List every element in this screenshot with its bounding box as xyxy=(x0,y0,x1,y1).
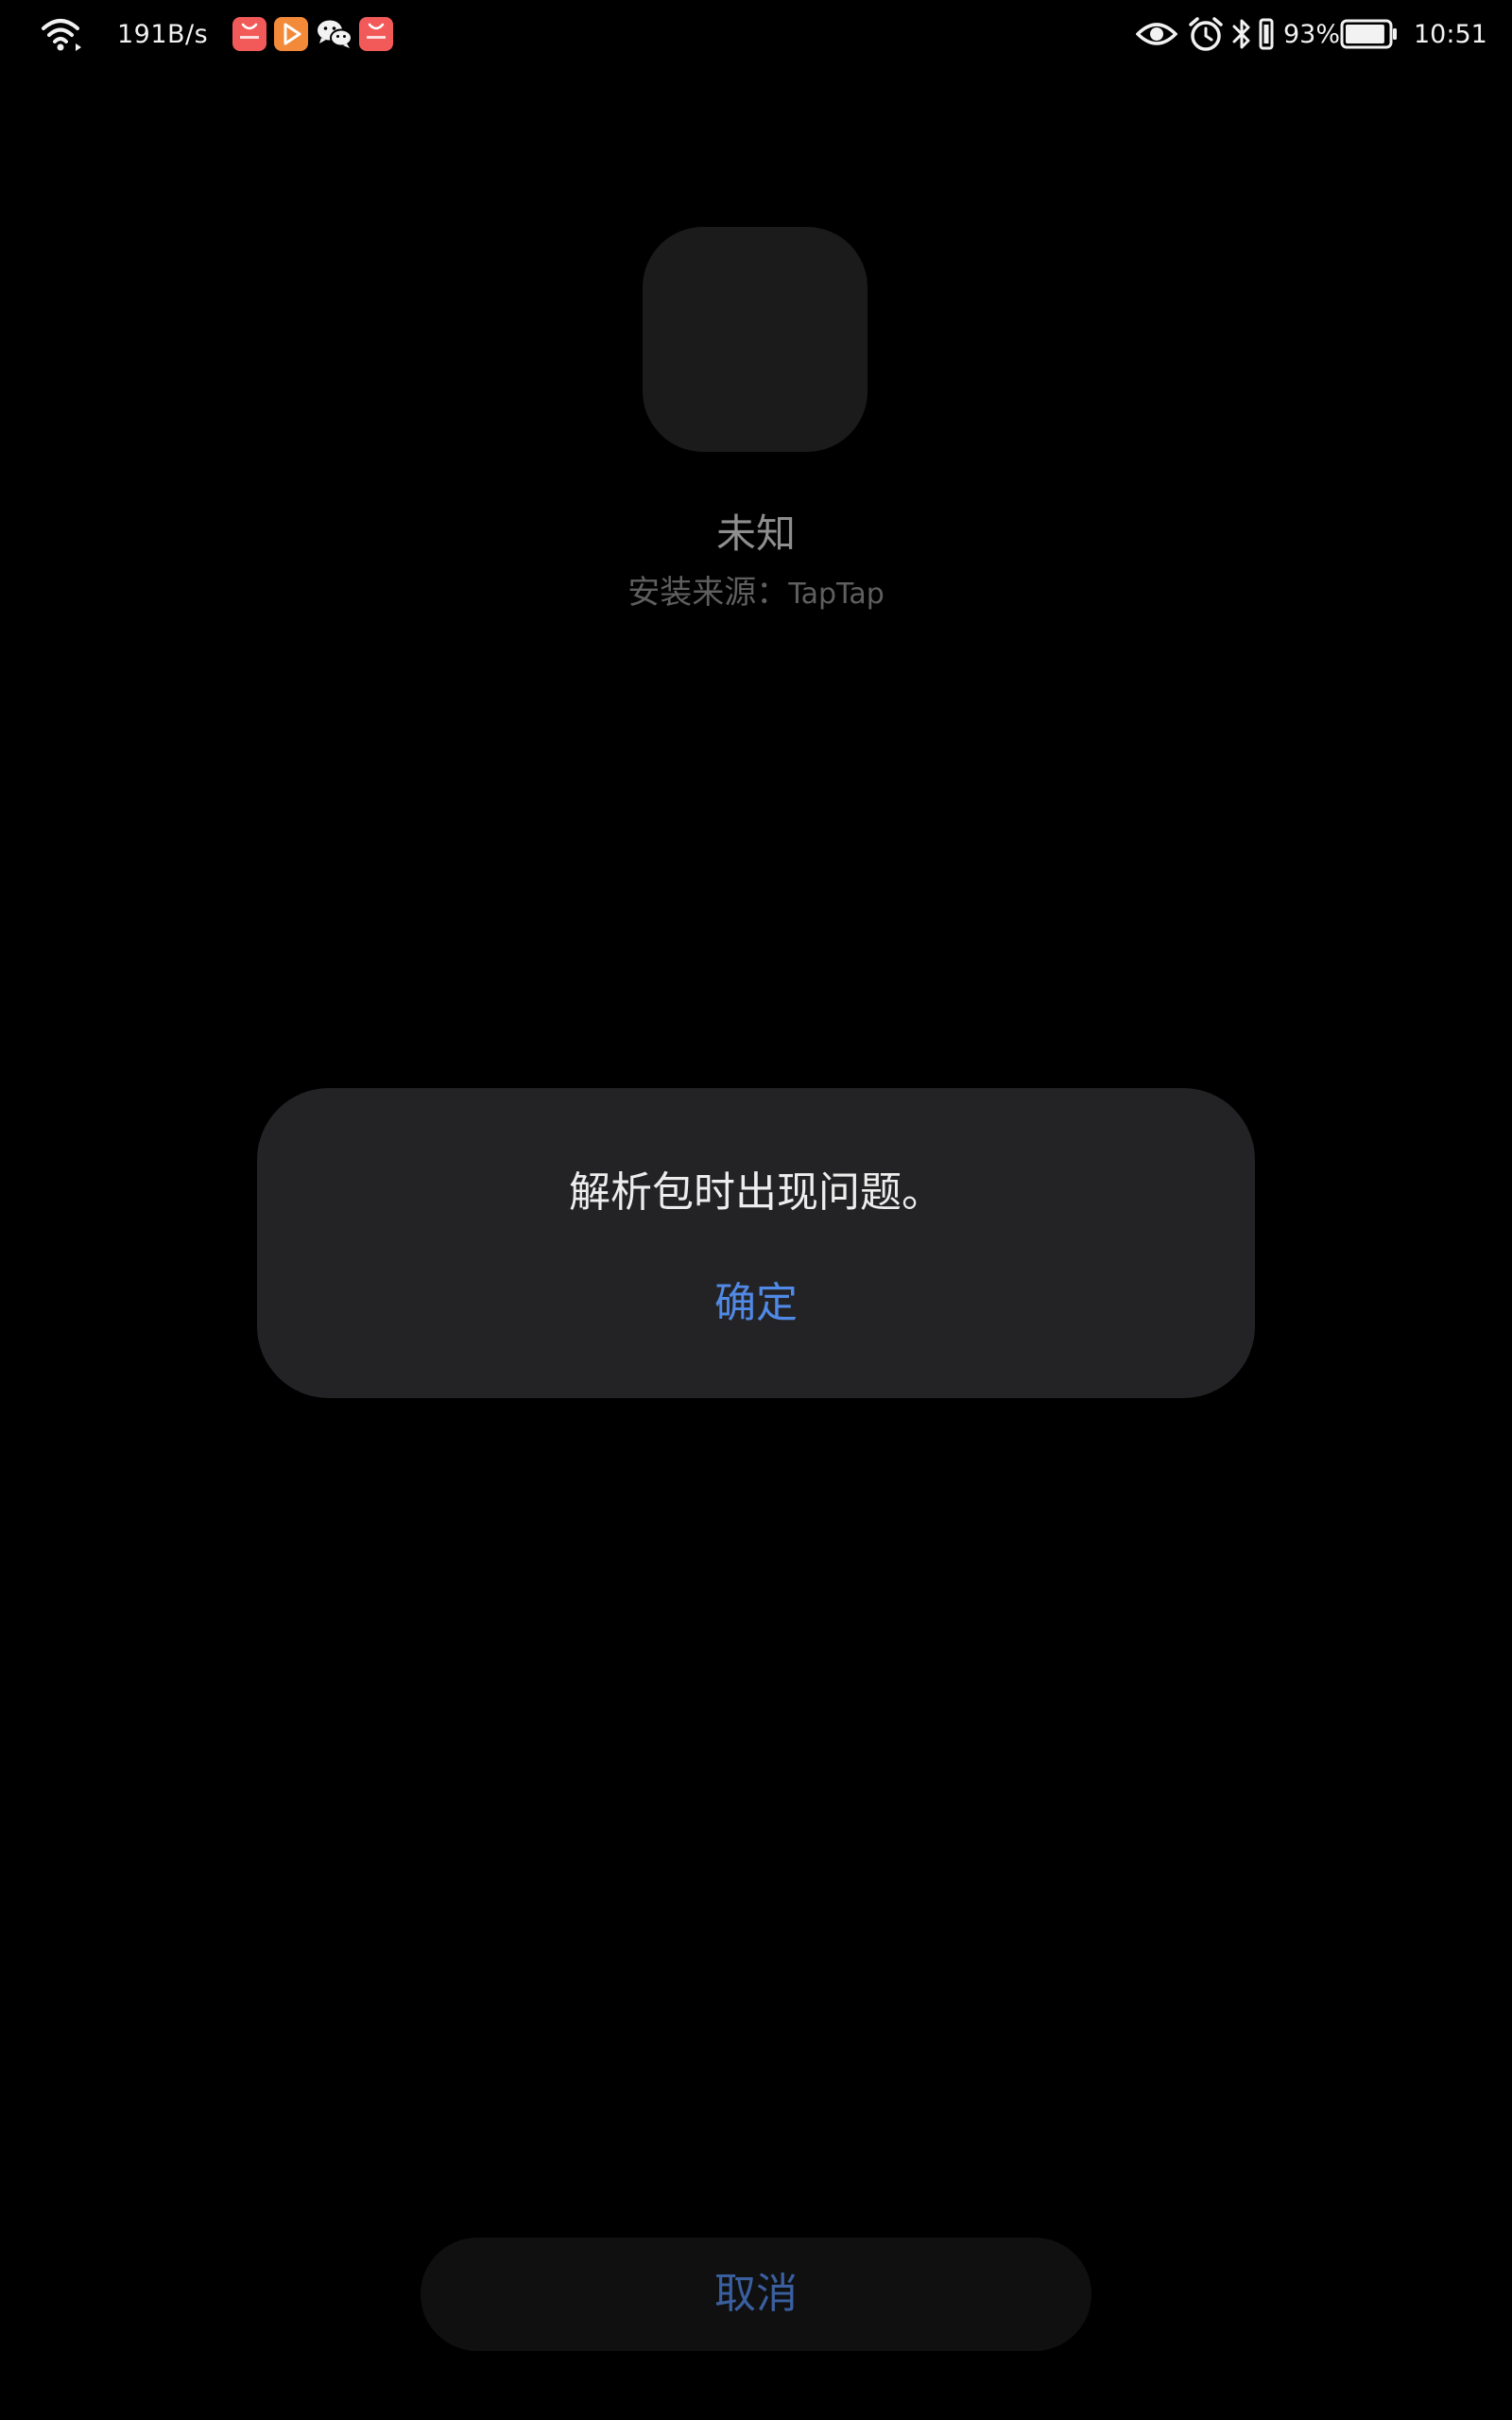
vibrate-icon xyxy=(1259,18,1274,50)
battery-percentage: 93% xyxy=(1283,20,1341,49)
app-name: 未知 xyxy=(715,510,796,557)
eye-icon xyxy=(1136,23,1177,45)
shopping-bag-icon xyxy=(359,17,393,51)
app-icon-placeholder xyxy=(643,227,868,452)
install-source-value: TapTap xyxy=(788,578,885,611)
clock: 10:51 xyxy=(1414,20,1487,49)
status-bar: 191B/s 93% 10:51 xyxy=(0,0,1512,70)
confirm-button[interactable]: 确定 xyxy=(662,1266,850,1341)
error-dialog: 解析包时出现问题。 确定 xyxy=(257,1088,1255,1398)
install-source: 安装来源：TapTap xyxy=(0,565,1512,622)
network-speed: 191B/s xyxy=(117,20,209,49)
video-play-icon xyxy=(274,17,308,51)
cancel-button[interactable]: 取消 xyxy=(421,2238,1091,2351)
alarm-icon xyxy=(1189,17,1223,51)
wechat-icon xyxy=(318,20,352,48)
install-source-label: 安装来源： xyxy=(627,574,789,612)
shopping-bag-icon xyxy=(232,17,266,51)
bluetooth-icon xyxy=(1232,19,1250,49)
wifi-icon xyxy=(42,19,81,51)
dialog-message: 解析包时出现问题。 xyxy=(569,1168,943,1217)
battery-icon xyxy=(1340,19,1397,49)
